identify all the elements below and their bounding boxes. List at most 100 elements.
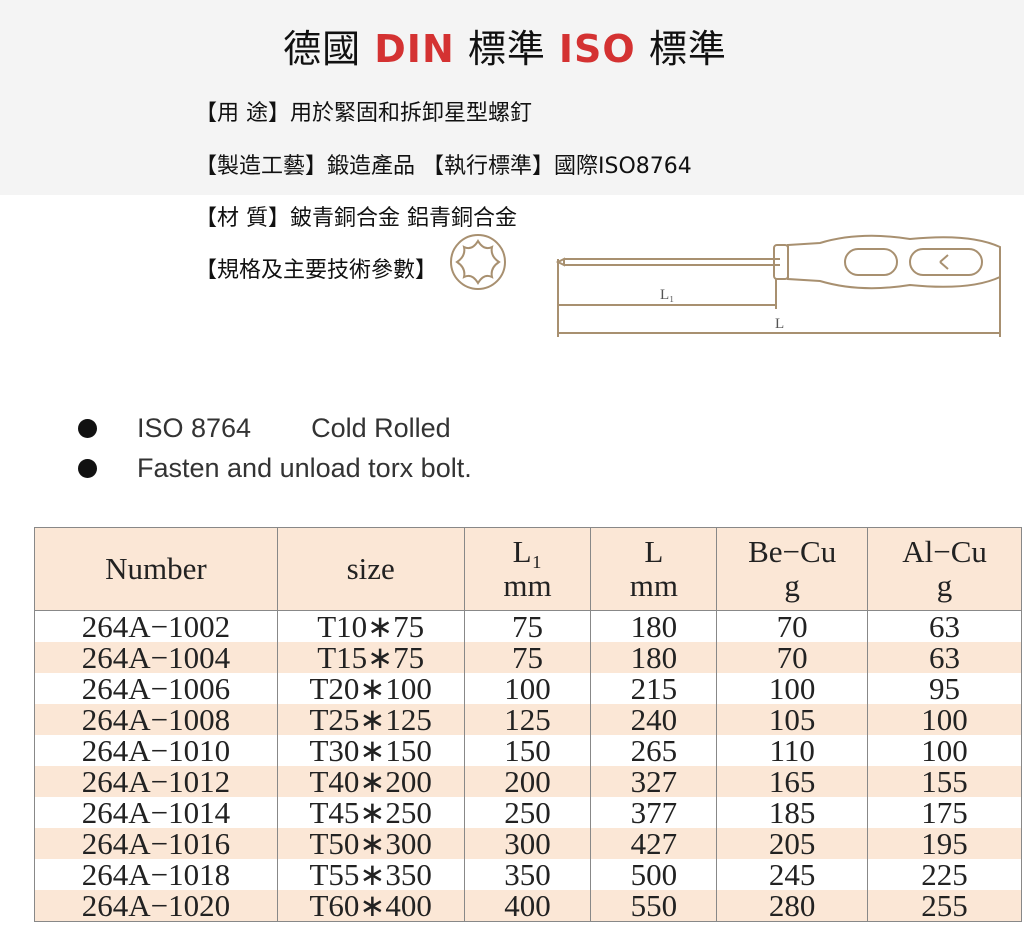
cell-number: 264A−1004 — [34, 642, 278, 673]
material-label: 【材 質】 — [195, 206, 290, 231]
cell-number: 264A−1002 — [34, 610, 278, 642]
table-row: 264A−1006 T20∗100 100 215 100 95 — [34, 673, 1022, 704]
cell-be-cu: 185 — [716, 797, 869, 828]
feature-item: ISO 8764 Cold Rolled — [78, 408, 472, 448]
title-iso: ISO — [558, 27, 636, 71]
cell-al-cu: 100 — [867, 735, 1022, 766]
header-l: Lmm — [590, 527, 718, 611]
cell-l: 377 — [590, 797, 718, 828]
cell-number: 264A−1008 — [34, 704, 278, 735]
cell-l: 180 — [590, 642, 718, 673]
standard-label: 【執行標準】 — [422, 154, 555, 179]
cell-al-cu: 95 — [867, 673, 1022, 704]
cell-size: T30∗150 — [276, 735, 465, 766]
header-al-cu: Al−Cu g — [867, 527, 1022, 611]
cell-l: 240 — [590, 704, 718, 735]
info-use: 【用 途】用於緊固和拆卸星型螺釘 — [195, 95, 532, 127]
table-header-row: Number size L₁ mm Lmm Be−Cu g Al−Cu g — [34, 527, 1022, 611]
feature-process: Cold Rolled — [311, 412, 451, 443]
cell-l1: 75 — [463, 610, 592, 642]
table-row: 264A−1004 T15∗75 75 180 70 63 — [34, 642, 1022, 673]
cell-size: T50∗300 — [276, 828, 465, 859]
cell-be-cu: 70 — [716, 610, 869, 642]
table-body: 264A−1002 T10∗75 75 180 70 63 264A−1004 T15∗75 7… — [34, 610, 1022, 922]
title-din: DIN — [374, 27, 455, 71]
cell-al-cu: 175 — [867, 797, 1022, 828]
cell-al-cu: 225 — [867, 859, 1022, 890]
cell-al-cu: 195 — [867, 828, 1022, 859]
cell-l1: 150 — [463, 735, 592, 766]
cell-al-cu: 63 — [867, 610, 1022, 642]
cell-number: 264A−1006 — [34, 673, 278, 704]
cell-size: T45∗250 — [276, 797, 465, 828]
cell-number: 264A−1010 — [34, 735, 278, 766]
header-number: Number — [34, 527, 278, 611]
header-be-cu: Be−Cu g — [716, 527, 869, 611]
page-title: 德國 DIN 標準 ISO 標準 — [0, 18, 1010, 73]
screwdriver-drawing: L₁ L — [450, 234, 1001, 337]
cell-size: T20∗100 — [276, 673, 465, 704]
cell-al-cu: 155 — [867, 766, 1022, 797]
cell-size: T55∗350 — [276, 859, 465, 890]
cell-size: T25∗125 — [276, 704, 465, 735]
cell-be-cu: 105 — [716, 704, 869, 735]
cell-l: 550 — [590, 890, 718, 922]
cell-be-cu: 205 — [716, 828, 869, 859]
cell-size: T40∗200 — [276, 766, 465, 797]
cell-be-cu: 165 — [716, 766, 869, 797]
dimension-l1-label: L₁ — [660, 287, 674, 303]
cell-be-cu: 70 — [716, 642, 869, 673]
info-process: 【製造工藝】鍛造產品 【執行標準】國際ISO8764 — [195, 148, 692, 180]
table-row: 264A−1020 T60∗400 400 550 280 255 — [34, 890, 1022, 922]
table-row: 264A−1014 T45∗250 250 377 185 175 — [34, 797, 1022, 828]
cell-al-cu: 255 — [867, 890, 1022, 922]
cell-l1: 125 — [463, 704, 592, 735]
cell-l1: 75 — [463, 642, 592, 673]
bullet-icon — [78, 458, 97, 478]
table-row: 264A−1012 T40∗200 200 327 165 155 — [34, 766, 1022, 797]
feature-item: Fasten and unload torx bolt. — [78, 448, 472, 488]
cell-al-cu: 100 — [867, 704, 1022, 735]
cell-al-cu: 63 — [867, 642, 1022, 673]
title-text: 德國 — [283, 27, 375, 71]
cell-number: 264A−1016 — [34, 828, 278, 859]
info-spec: 【規格及主要技術參數】 — [195, 252, 437, 284]
table-row: 264A−1016 T50∗300 300 427 205 195 — [34, 828, 1022, 859]
cell-size: T15∗75 — [276, 642, 465, 673]
cell-number: 264A−1014 — [34, 797, 278, 828]
table-row: 264A−1010 T30∗150 150 265 110 100 — [34, 735, 1022, 766]
cell-l1: 350 — [463, 859, 592, 890]
use-value: 用於緊固和拆卸星型螺釘 — [290, 101, 533, 126]
cell-number: 264A−1012 — [34, 766, 278, 797]
cell-l: 500 — [590, 859, 718, 890]
cell-l: 327 — [590, 766, 718, 797]
bullet-icon — [78, 418, 97, 438]
cell-l1: 250 — [463, 797, 592, 828]
cell-l: 180 — [590, 610, 718, 642]
cell-be-cu: 100 — [716, 673, 869, 704]
table-row: 264A−1002 T10∗75 75 180 70 63 — [34, 610, 1022, 642]
cell-size: T10∗75 — [276, 610, 465, 642]
cell-l1: 400 — [463, 890, 592, 922]
spec-table: Number size L₁ mm Lmm Be−Cu g Al−Cu g 264A−… — [34, 527, 1022, 922]
feature-usage: Fasten and unload torx bolt. — [137, 452, 472, 483]
cell-be-cu: 110 — [716, 735, 869, 766]
cell-be-cu: 280 — [716, 890, 869, 922]
cell-l1: 300 — [463, 828, 592, 859]
cell-l: 265 — [590, 735, 718, 766]
cell-l: 215 — [590, 673, 718, 704]
title-text: 標準 — [635, 27, 727, 71]
cell-l: 427 — [590, 828, 718, 859]
cell-number: 264A−1018 — [34, 859, 278, 890]
cell-l1: 200 — [463, 766, 592, 797]
header-l1: L₁ mm — [463, 527, 592, 611]
dimension-l-label: L — [775, 316, 784, 332]
standard-value: 國際ISO8764 — [554, 154, 692, 179]
cell-l1: 100 — [463, 673, 592, 704]
table-row: 264A−1018 T55∗350 350 500 245 225 — [34, 859, 1022, 890]
cell-number: 264A−1020 — [34, 890, 278, 922]
cell-be-cu: 245 — [716, 859, 869, 890]
process-value: 鍛造產品 — [327, 154, 423, 179]
spec-label: 【規格及主要技術參數】 — [195, 258, 438, 283]
header-size: size — [276, 527, 465, 611]
